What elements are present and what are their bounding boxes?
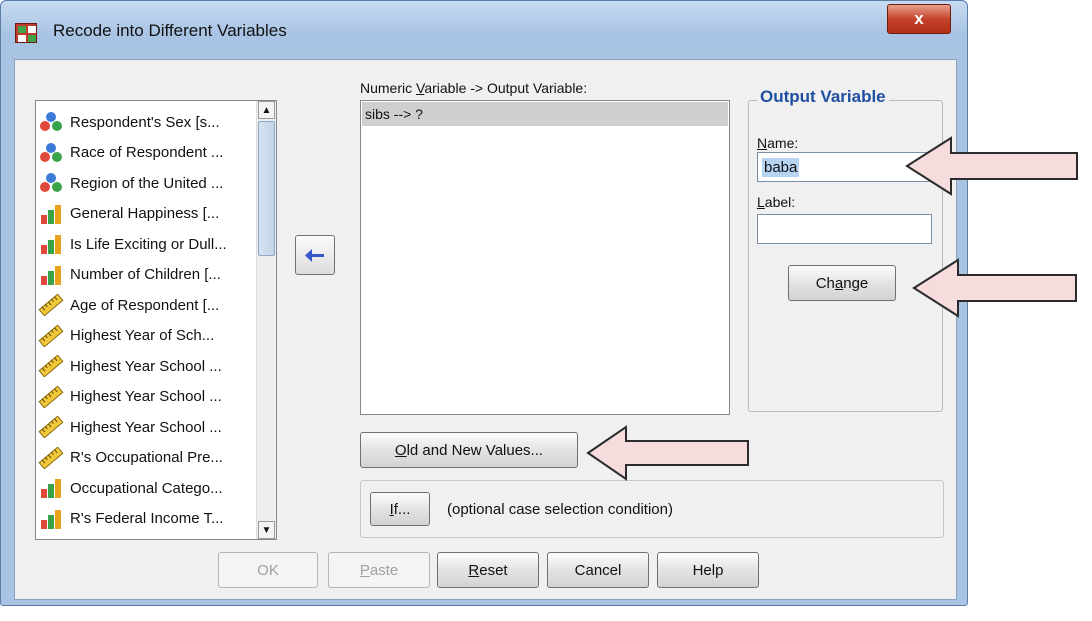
label-input[interactable] <box>757 214 932 244</box>
ordinal-icon <box>38 233 64 255</box>
title-bar[interactable]: Recode into Different Variables x <box>1 1 967 59</box>
nominal-icon <box>38 172 64 194</box>
name-label: Name: <box>757 135 798 151</box>
variable-label: Region of the United ... <box>70 174 224 192</box>
window-title: Recode into Different Variables <box>53 21 287 40</box>
if-label: f... <box>393 500 411 518</box>
variable-list-item[interactable]: Occupational Catego... <box>38 475 248 501</box>
mapping-label-part: Numeric <box>360 80 417 96</box>
variable-label: R's Occupational Pre... <box>70 449 223 466</box>
variable-list-scrollbar[interactable]: ▲ ▼ <box>256 101 276 539</box>
reset-mnemonic: R <box>468 561 480 579</box>
close-button[interactable]: x <box>887 4 951 34</box>
variable-list-item[interactable]: R's Federal Income T... <box>38 506 248 532</box>
scale-icon <box>38 293 64 317</box>
ordinal-icon <box>38 477 64 499</box>
scale-icon <box>38 324 64 347</box>
ordinal-icon <box>38 264 64 286</box>
app-icon <box>15 23 37 43</box>
scroll-up-button[interactable]: ▲ <box>258 101 275 119</box>
callout-arrow-change <box>912 258 1077 318</box>
variable-list-item[interactable]: Highest Year School ... <box>38 414 248 440</box>
variable-label: Age of Respondent [... <box>70 296 220 314</box>
arrow-left-icon <box>305 247 324 262</box>
reset-button[interactable]: Reset <box>437 552 539 588</box>
variable-list-item[interactable]: Age of Respondent [... <box>38 292 248 318</box>
mapping-row-text: sibs --> ? <box>365 106 423 122</box>
paste-label: aste <box>369 561 399 579</box>
paste-button[interactable]: Paste <box>328 552 430 588</box>
variable-list-item[interactable]: Is Life Exciting or Dull... <box>38 231 248 257</box>
mapping-list-label: Numeric Variable -> Output Variable: <box>360 80 587 96</box>
scale-icon <box>38 354 64 378</box>
ordinal-icon <box>38 203 64 225</box>
help-button[interactable]: Help <box>657 552 759 588</box>
if-button[interactable]: If... <box>370 492 430 526</box>
reset-label: eset <box>479 561 508 579</box>
variable-list-item[interactable]: General Happiness [... <box>38 201 248 227</box>
ok-button[interactable]: OK <box>218 552 318 588</box>
name-label-mnemonic: N <box>757 135 768 151</box>
variable-label: Highest Year of Sch... <box>70 327 215 344</box>
move-variable-button[interactable] <box>295 235 335 275</box>
variable-list-item[interactable]: Race of Respondent ... <box>38 140 248 166</box>
callout-arrow-old-new <box>586 425 749 481</box>
scale-icon <box>38 415 64 439</box>
variable-label: Race of Respondent ... <box>70 144 224 161</box>
variable-label: Highest Year School ... <box>70 357 222 375</box>
name-label-rest: ame: <box>767 135 799 151</box>
variable-label: Number of Children [... <box>70 266 221 283</box>
name-input-value: baba <box>762 157 800 177</box>
mapping-row[interactable]: sibs --> ? <box>362 102 728 126</box>
nominal-icon <box>38 111 64 133</box>
output-variable-title: Output Variable <box>757 87 889 107</box>
variable-list-item[interactable]: Number of Children [... <box>38 262 248 288</box>
ordinal-icon <box>38 508 64 530</box>
variable-label: Is Life Exciting or Dull... <box>70 235 227 253</box>
change-label-pre: Ch <box>815 274 835 292</box>
old-and-new-values-button[interactable]: Old and New Values... <box>360 432 578 468</box>
change-button[interactable]: Ch a nge <box>788 265 896 301</box>
cancel-button[interactable]: Cancel <box>547 552 649 588</box>
variable-list-item[interactable]: Region of the United ... <box>38 170 248 196</box>
variable-list-item[interactable]: Highest Year of Sch... <box>38 323 248 349</box>
help-label: Help <box>692 561 724 579</box>
nominal-icon <box>38 142 64 164</box>
variable-list-item[interactable]: Respondent's Sex [s... <box>38 109 248 135</box>
ok-label: OK <box>257 561 279 579</box>
old-new-label: ld and New Values... <box>406 441 544 459</box>
close-icon: x <box>914 9 924 28</box>
dialog-window: Recode into Different Variables x Respon… <box>0 0 968 606</box>
change-label-post: nge <box>843 274 869 292</box>
variable-list-item[interactable]: Highest Year School ... <box>38 384 248 410</box>
paste-mnemonic: P <box>359 561 370 579</box>
dialog-body: Respondent's Sex [s... Race of Respondent… <box>14 59 957 600</box>
variable-label: General Happiness [... <box>70 205 220 222</box>
scale-icon <box>38 385 64 408</box>
mapping-label-rest: ariable -> Output Variable: <box>424 80 588 96</box>
old-new-mnemonic: O <box>394 441 407 459</box>
variable-label: Highest Year School ... <box>70 388 222 405</box>
callout-arrow-name <box>905 136 1078 196</box>
variable-list-item[interactable]: R's Occupational Pre... <box>38 445 248 471</box>
label-label-mnemonic: L <box>757 194 765 210</box>
scale-icon <box>38 446 64 469</box>
variable-label: R's Federal Income T... <box>70 510 224 527</box>
variable-list-item[interactable]: Highest Year School ... <box>38 353 248 379</box>
label-label-rest: abel: <box>764 194 796 210</box>
variable-label: Respondent's Sex [s... <box>70 113 220 131</box>
scroll-down-button[interactable]: ▼ <box>258 521 275 539</box>
scroll-thumb[interactable] <box>258 121 275 256</box>
label-field-label: Label: <box>757 194 795 210</box>
mapping-list[interactable]: sibs --> ? <box>360 100 730 415</box>
cancel-label: Cancel <box>574 561 622 579</box>
variable-label: Occupational Catego... <box>70 479 223 497</box>
change-label-mnemonic: a <box>834 274 844 292</box>
variable-label: Highest Year School ... <box>70 418 222 436</box>
variable-list[interactable]: Respondent's Sex [s... Race of Respondent… <box>35 100 277 540</box>
if-caption: (optional case selection condition) <box>447 501 673 518</box>
